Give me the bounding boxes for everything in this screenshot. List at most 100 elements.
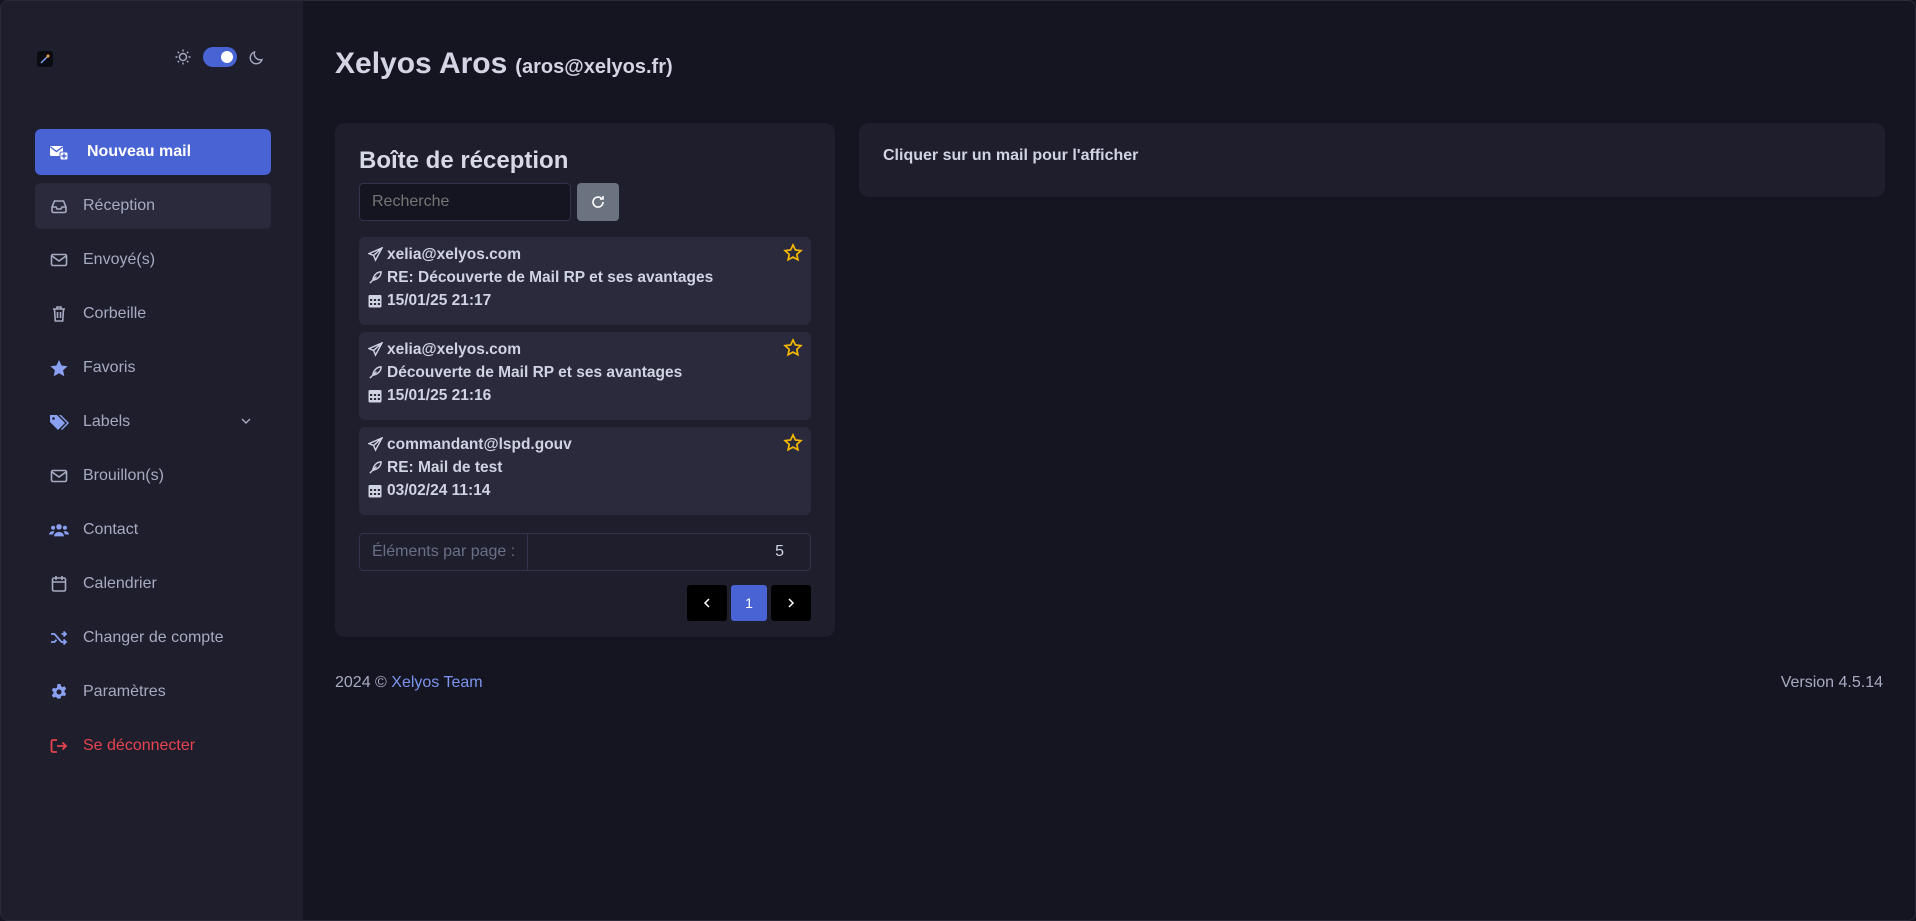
inbox-icon	[49, 196, 69, 216]
copyright-text: 2024 ©	[335, 674, 392, 691]
sidebar: Nouveau mail Réception Envoyé(s) Corbeil…	[1, 1, 303, 920]
mail-sender-row: xelia@xelyos.com	[367, 243, 803, 266]
prev-page-button[interactable]	[687, 585, 727, 621]
sidebar-item-label: Nouveau mail	[87, 143, 192, 160]
sidebar-item-calendar[interactable]: Calendrier	[35, 561, 271, 607]
sun-icon[interactable]	[173, 47, 193, 67]
chevron-down-icon[interactable]	[239, 414, 253, 433]
refresh-icon	[592, 196, 604, 208]
trash-icon	[49, 304, 69, 324]
mail-sender: commandant@lspd.gouv	[387, 435, 572, 453]
mail-subject-row: RE: Mail de test	[367, 456, 803, 479]
sidebar-item-inbox[interactable]: Réception	[35, 183, 271, 229]
sidebar-item-label: Se déconnecter	[83, 737, 196, 754]
calendar-icon	[367, 293, 383, 309]
footer-copyright: 2024 © Xelyos Team	[335, 674, 483, 692]
page-button-current[interactable]: 1	[731, 585, 767, 621]
envelope-icon	[49, 466, 69, 486]
feather-pen-icon	[367, 365, 383, 381]
mail-item[interactable]: xelia@xelyos.com RE: Découverte de Mail …	[359, 237, 811, 325]
sidebar-item-settings[interactable]: Paramètres	[35, 669, 271, 715]
mail-sender-row: commandant@lspd.gouv	[367, 433, 803, 456]
envelope-icon	[49, 250, 69, 270]
mail-date-row: 03/02/24 11:14	[367, 479, 803, 502]
paper-plane-icon	[367, 437, 383, 453]
mail-subject: RE: Découverte de Mail RP et ses avantag…	[387, 268, 714, 286]
mail-viewer-panel: Cliquer sur un mail pour l'afficher	[859, 123, 1885, 197]
mail-list: xelia@xelyos.com RE: Découverte de Mail …	[359, 237, 811, 522]
mail-sender-row: xelia@xelyos.com	[367, 338, 803, 361]
theme-switcher	[173, 47, 267, 67]
new-mail-icon	[49, 142, 69, 162]
calendar-icon	[367, 483, 383, 499]
theme-toggle[interactable]	[203, 47, 237, 67]
toggle-knob	[221, 51, 233, 63]
sidebar-item-label: Labels	[83, 413, 131, 430]
sidebar-item-label: Réception	[83, 197, 156, 214]
user-name: Xelyos Aros	[335, 47, 508, 80]
per-page-value[interactable]: 5	[528, 534, 810, 570]
version-label: Version 4.5.14	[1780, 674, 1883, 691]
mail-date: 03/02/24 11:14	[387, 481, 491, 499]
sidebar-item-label: Brouillon(s)	[83, 467, 164, 484]
viewer-hint: Cliquer sur un mail pour l'afficher	[883, 147, 1139, 164]
mail-date: 15/01/25 21:16	[387, 386, 492, 404]
app-window: Nouveau mail Réception Envoyé(s) Corbeil…	[0, 0, 1916, 921]
favorite-star-icon[interactable]	[783, 243, 803, 263]
main-content: Xelyos Aros (aros@xelyos.fr) Boîte de ré…	[303, 1, 1915, 920]
sidebar-item-label: Contact	[83, 521, 139, 538]
sidebar-item-label: Envoyé(s)	[83, 251, 156, 268]
per-page-label: Éléments par page :	[360, 534, 528, 570]
paper-plane-icon	[367, 247, 383, 263]
feather-pen-icon	[367, 270, 383, 286]
app-logo[interactable]	[37, 51, 53, 67]
new-mail-button[interactable]: Nouveau mail	[35, 129, 271, 175]
inbox-panel: Boîte de réception xelia@xelyos.com RE: …	[335, 123, 835, 637]
tags-icon	[49, 412, 69, 432]
logout-button[interactable]: Se déconnecter	[35, 723, 271, 769]
sidebar-item-label: Changer de compte	[83, 629, 224, 646]
mail-item[interactable]: xelia@xelyos.com Découverte de Mail RP e…	[359, 332, 811, 420]
mail-sender: xelia@xelyos.com	[387, 245, 522, 263]
per-page-select[interactable]: Éléments par page : 5	[359, 533, 811, 571]
calendar-icon	[49, 574, 69, 594]
sidebar-item-label: Paramètres	[83, 683, 166, 700]
sidebar-item-favorites[interactable]: Favoris	[35, 345, 271, 391]
favorite-star-icon[interactable]	[783, 338, 803, 358]
page-title: Xelyos Aros (aros@xelyos.fr)	[335, 47, 673, 81]
next-page-button[interactable]	[771, 585, 811, 621]
sidebar-item-contact[interactable]: Contact	[35, 507, 271, 553]
star-icon	[49, 358, 69, 378]
sidebar-item-sent[interactable]: Envoyé(s)	[35, 237, 271, 283]
mail-subject: Découverte de Mail RP et ses avantages	[387, 363, 683, 381]
moon-icon[interactable]	[247, 47, 267, 67]
shuffle-icon	[49, 628, 69, 648]
sidebar-item-label: Calendrier	[83, 575, 157, 592]
sidebar-nav: Nouveau mail Réception Envoyé(s) Corbeil…	[35, 129, 271, 777]
favorite-star-icon[interactable]	[783, 433, 803, 453]
sidebar-item-labels[interactable]: Labels	[35, 399, 271, 445]
chevron-left-icon	[703, 598, 710, 608]
search-input[interactable]	[359, 183, 571, 221]
mail-date: 15/01/25 21:17	[387, 291, 492, 309]
pagination: 1	[687, 585, 811, 621]
sidebar-item-label: Favoris	[83, 359, 136, 376]
gear-icon	[49, 682, 69, 702]
paper-plane-icon	[367, 342, 383, 358]
users-icon	[49, 520, 69, 540]
mail-date-row: 15/01/25 21:16	[367, 384, 803, 407]
mail-subject-row: Découverte de Mail RP et ses avantages	[367, 361, 803, 384]
team-link[interactable]: Xelyos Team	[391, 674, 482, 691]
mail-item[interactable]: commandant@lspd.gouv RE: Mail de test 03…	[359, 427, 811, 515]
sidebar-item-switch-account[interactable]: Changer de compte	[35, 615, 271, 661]
feather-pen-icon	[367, 460, 383, 476]
sidebar-item-drafts[interactable]: Brouillon(s)	[35, 453, 271, 499]
chevron-right-icon	[788, 598, 795, 608]
mail-subject-row: RE: Découverte de Mail RP et ses avantag…	[367, 266, 803, 289]
refresh-button[interactable]	[577, 183, 619, 221]
logout-icon	[49, 736, 69, 756]
calendar-icon	[367, 388, 383, 404]
inbox-title: Boîte de réception	[359, 147, 569, 174]
mail-sender: xelia@xelyos.com	[387, 340, 522, 358]
sidebar-item-trash[interactable]: Corbeille	[35, 291, 271, 337]
